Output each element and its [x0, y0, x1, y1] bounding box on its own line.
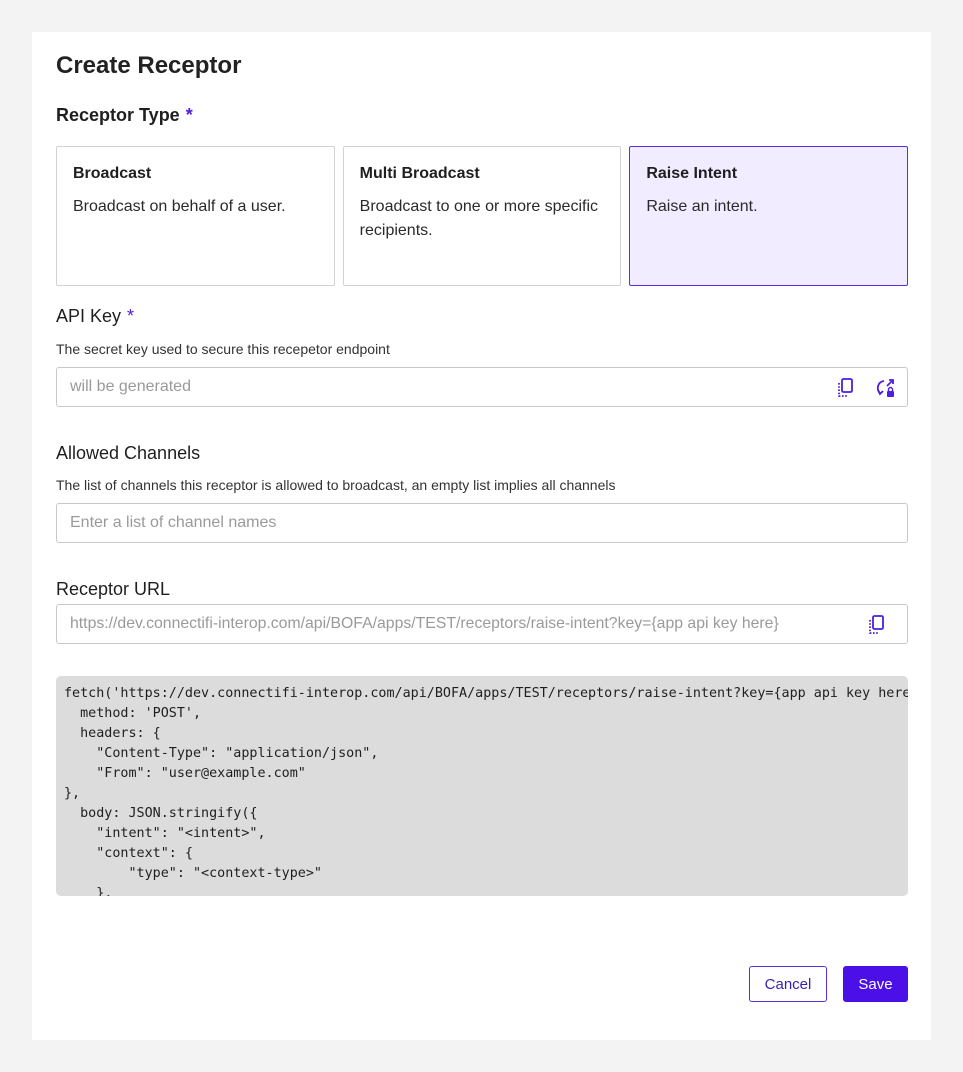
page-title: Create Receptor [56, 52, 242, 79]
code-sample-text: fetch('https://dev.connectifi-interop.co… [64, 686, 908, 896]
required-mark: * [185, 105, 193, 125]
api-key-input[interactable] [57, 368, 843, 406]
cancel-button[interactable]: Cancel [749, 966, 827, 1002]
option-description: Raise an intent. [646, 198, 758, 215]
allowed-channels-input[interactable] [57, 504, 903, 542]
receptor-url-input[interactable] [57, 605, 883, 643]
required-mark: * [127, 306, 135, 326]
option-title: Broadcast [73, 165, 152, 182]
api-key-hint: The secret key used to secure this recep… [56, 341, 390, 357]
option-description: Broadcast to one or more specific recipi… [359, 198, 599, 239]
receptor-type-options: Broadcast Broadcast on behalf of a user.… [56, 146, 909, 286]
api-key-label: API Key * [56, 306, 134, 327]
option-title: Raise Intent [646, 165, 738, 182]
copy-icon[interactable] [835, 377, 857, 399]
receptor-type-label: Receptor Type * [56, 105, 193, 126]
receptor-type-multi-broadcast[interactable]: Multi Broadcast Broadcast to one or more… [342, 146, 622, 286]
receptor-type-broadcast[interactable]: Broadcast Broadcast on behalf of a user. [56, 146, 335, 286]
option-description: Broadcast on behalf of a user. [73, 198, 286, 215]
allowed-channels-hint: The list of channels this receptor is al… [56, 477, 616, 493]
api-key-label-text: API Key [56, 306, 122, 326]
allowed-channels-field [56, 503, 908, 543]
receptor-type-raise-intent[interactable]: Raise Intent Raise an intent. [629, 146, 909, 286]
receptor-url-label: Receptor URL [56, 579, 171, 599]
receptor-type-label-text: Receptor Type [56, 105, 180, 125]
copy-icon[interactable] [866, 614, 888, 636]
save-button[interactable]: Save [843, 966, 908, 1002]
allowed-channels-label: Allowed Channels [56, 443, 201, 463]
receptor-url-field [56, 604, 908, 644]
option-title: Multi Broadcast [359, 165, 480, 182]
regenerate-key-icon[interactable] [875, 377, 897, 399]
api-key-field [56, 367, 908, 407]
code-sample: fetch('https://dev.connectifi-interop.co… [56, 676, 908, 896]
create-receptor-panel: Create Receptor Receptor Type * Broadcast… [32, 32, 931, 1040]
